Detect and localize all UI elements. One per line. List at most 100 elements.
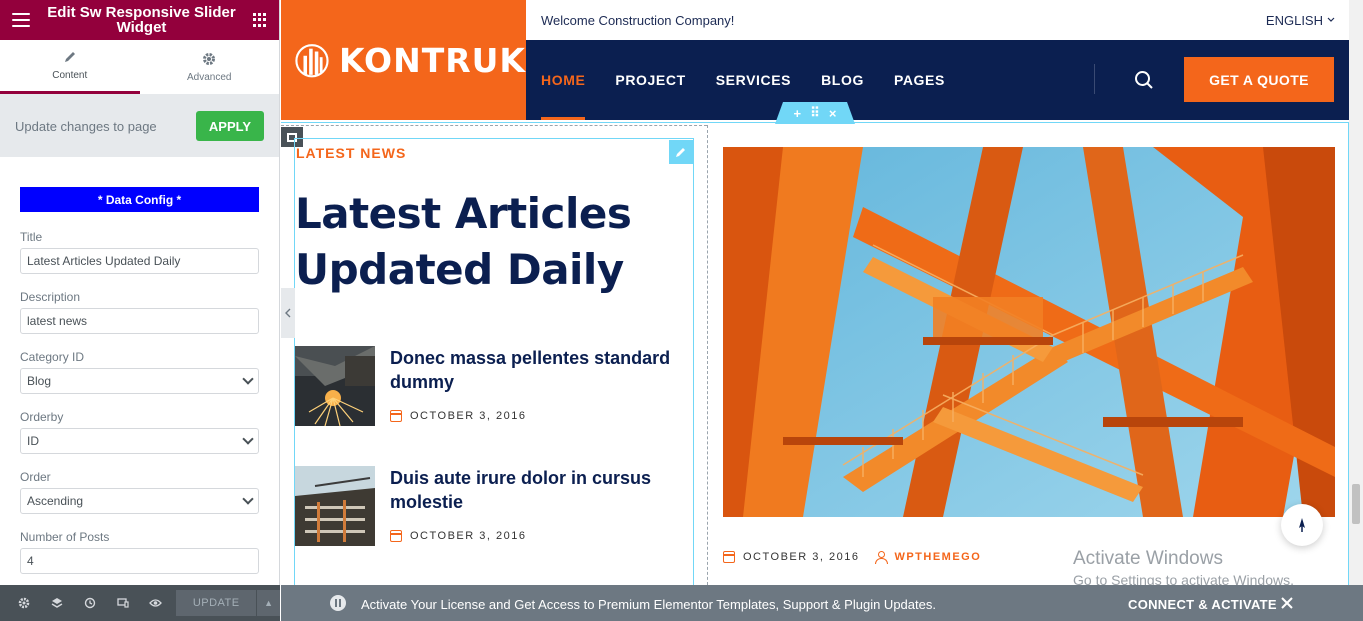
field-title: Title Latest Articles Updated Daily [20,230,259,274]
description-input[interactable]: latest news [20,308,259,334]
edit-widget-button[interactable] [669,140,693,164]
chevron-down-icon [242,433,254,445]
orderby-select[interactable]: ID [20,428,259,454]
scroll-to-top-button[interactable] [1281,504,1323,546]
page-scrollbar[interactable] [1349,0,1363,585]
section-controls[interactable]: + ⠿ × [775,102,855,124]
top-bar: Welcome Construction Company! ENGLISH [526,0,1363,40]
license-notice-bar: Activate Your License and Get Access to … [281,585,1363,621]
tab-advanced[interactable]: Advanced [139,40,279,94]
search-button[interactable] [1124,60,1164,100]
nav-divider [1094,64,1095,94]
scrollbar-thumb[interactable] [1352,484,1360,524]
calendar-icon [723,551,735,563]
nav-item-home[interactable]: HOME [541,40,586,120]
post-date: OCTOBER 3, 2016 [390,410,526,422]
post-date: OCTOBER 3, 2016 [390,530,526,542]
language-label: ENGLISH [1265,12,1323,28]
gear-icon [202,52,216,66]
rocket-icon [1299,518,1305,532]
app-window: Edit Sw Responsive Slider Widget Content… [0,0,1363,621]
calendar-icon [390,530,402,542]
field-orderby-label: Orderby [20,410,64,424]
logo-building-icon [295,44,329,78]
nav-item-project[interactable]: PROJECT [615,40,685,120]
panel-title: Edit Sw Responsive Slider Widget [47,4,236,36]
history-icon[interactable] [74,585,107,621]
field-category: Category ID Blog [20,350,259,394]
featured-date-text: OCTOBER 3, 2016 [743,551,860,563]
pencil-icon [676,148,685,157]
posts-input[interactable]: 4 [20,548,259,574]
field-posts-label: Number of Posts [20,530,110,544]
settings-icon[interactable] [8,585,41,621]
post-thumbnail[interactable] [295,346,375,426]
page-preview: KONTRUK Welcome Construction Company! EN… [281,0,1363,621]
collapse-panel-button[interactable] [281,288,295,338]
responsive-icon[interactable] [107,585,140,621]
column-divider [707,125,708,595]
category-select[interactable]: Blog [20,368,259,394]
orderby-value: ID [27,434,39,448]
language-selector[interactable]: ENGLISH [1266,13,1335,28]
column-top-border [281,125,707,126]
layers-icon[interactable] [41,585,74,621]
license-message: Activate Your License and Get Access to … [361,597,936,612]
panel-footer: UPDATE ▲ [0,585,280,621]
post-title[interactable]: Donec massa pellentes standard dummy [390,346,680,394]
apply-button[interactable]: APPLY [196,111,264,141]
close-icon[interactable]: × [829,106,837,121]
preview-eye-icon[interactable] [140,585,173,621]
heading-line-1: Latest Articles [295,189,632,238]
post-title[interactable]: Duis aute irure dolor in cursus molestie [390,466,680,514]
category-value: Blog [27,374,52,388]
chevron-down-icon [1327,17,1335,22]
drag-handle-icon[interactable]: ⠿ [810,105,820,121]
add-section-icon[interactable]: + [794,106,802,121]
editor-panel: Edit Sw Responsive Slider Widget Content… [0,0,280,621]
logo-text: KONTRUK [338,40,526,80]
tab-content[interactable]: Content [0,40,140,94]
post-thumbnail[interactable] [295,466,375,546]
search-icon [1135,71,1153,89]
nav-item-services[interactable]: SERVICES [716,40,791,120]
connect-activate-link[interactable]: CONNECT & ACTIVATE [1128,597,1277,612]
nav-item-pages[interactable]: PAGES [894,40,945,120]
title-input[interactable]: Latest Articles Updated Daily [20,248,259,274]
field-description: Description latest news [20,290,259,334]
tab-content-label: Content [52,70,88,81]
caret-up-icon[interactable]: ▲ [256,590,280,616]
field-description-label: Description [20,290,81,304]
heading-line-2: Updated Daily [295,245,624,294]
apply-bar: Update changes to page APPLY [0,95,279,157]
list-item[interactable]: Donec massa pellentes standard dummy OCT… [295,346,685,426]
section-title[interactable]: * Data Config * [20,187,259,212]
update-button[interactable]: UPDATE [176,590,257,616]
site-logo[interactable]: KONTRUK [281,0,526,120]
tab-advanced-label: Advanced [187,71,232,83]
post-date-text: OCTOBER 3, 2016 [410,530,527,542]
featured-post-image[interactable] [723,147,1335,517]
featured-post-date: OCTOBER 3, 2016 [723,551,859,563]
field-posts: Number of Posts 4 [20,530,259,574]
close-icon[interactable] [1279,595,1295,611]
chevron-down-icon [242,373,254,385]
featured-post-author[interactable]: WPTHEMEGO [875,551,981,564]
windows-activation-watermark: Activate Windows Go to Settings to activ… [1073,548,1294,588]
list-item[interactable]: Duis aute irure dolor in cursus molestie… [295,466,685,546]
watermark-line-1: Activate Windows [1073,548,1223,569]
chevron-left-icon [285,308,291,318]
order-value: Ascending [27,494,84,508]
field-orderby: Orderby ID [20,410,259,454]
section-heading: Latest Articles Updated Daily [295,186,675,298]
widgets-grid-icon[interactable] [253,13,267,27]
field-order: Order Ascending [20,470,259,514]
field-category-label: Category ID [20,350,85,364]
elementor-logo-icon [330,595,346,611]
user-icon [875,551,889,564]
get-quote-button[interactable]: GET A QUOTE [1184,57,1334,102]
order-select[interactable]: Ascending [20,488,259,514]
calendar-icon [390,410,402,422]
menu-icon[interactable] [12,13,30,27]
chevron-down-icon [242,493,254,505]
